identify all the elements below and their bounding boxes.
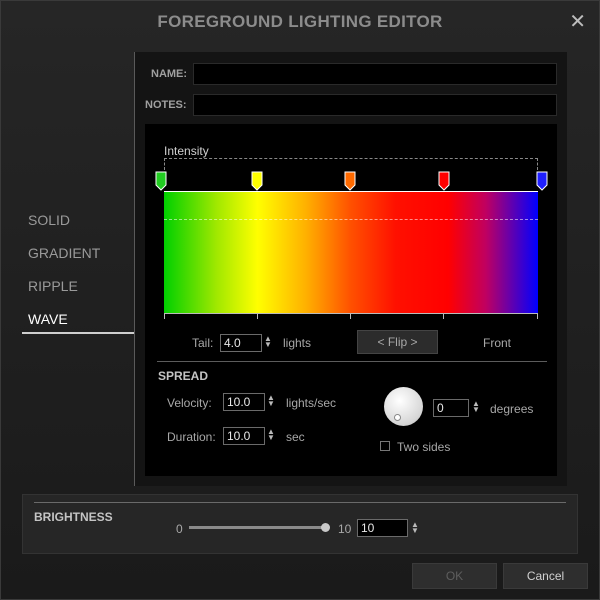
velocity-unit: lights/sec — [286, 396, 337, 410]
color-gradient-bar[interactable] — [164, 191, 538, 313]
effect-type-nav: SOLID GRADIENT RIPPLE WAVE — [22, 208, 134, 334]
direction-dial[interactable] — [384, 387, 423, 426]
nav-item-gradient[interactable]: GRADIENT — [22, 241, 134, 274]
brightness-max-label: 10 — [338, 522, 352, 536]
duration-input[interactable]: 10.0 — [223, 427, 265, 445]
ok-button[interactable]: OK — [412, 563, 497, 589]
axis-tick — [350, 313, 351, 319]
nav-item-ripple[interactable]: RIPPLE — [22, 274, 134, 307]
nav-item-wave[interactable]: WAVE — [22, 307, 134, 334]
color-stop-blue-icon[interactable] — [536, 171, 548, 191]
brightness-title: BRIGHTNESS — [34, 510, 113, 524]
color-stop-red-icon[interactable] — [438, 171, 450, 191]
brightness-min-label: 0 — [176, 522, 183, 536]
brightness-slider-thumb[interactable] — [321, 523, 330, 532]
flip-button[interactable]: < Flip > — [357, 330, 438, 354]
axis-tick — [257, 313, 258, 319]
degrees-spinner-arrows-icon[interactable]: ▲ ▼ — [472, 400, 480, 414]
name-label: NAME: — [151, 68, 188, 80]
velocity-label: Velocity: — [167, 396, 212, 410]
duration-spinner-arrows-icon[interactable]: ▲ ▼ — [267, 428, 275, 442]
brightness-divider — [34, 502, 566, 503]
two-sides-checkbox[interactable] — [380, 441, 390, 451]
name-field[interactable] — [193, 63, 557, 85]
intensity-left-edge — [164, 158, 165, 170]
spread-title: SPREAD — [158, 369, 209, 383]
degrees-unit: degrees — [490, 402, 534, 416]
velocity-input[interactable]: 10.0 — [223, 393, 265, 411]
front-label: Front — [483, 336, 512, 350]
intensity-dashed-line — [164, 158, 538, 159]
intensity-label: Intensity — [164, 144, 209, 158]
cancel-button[interactable]: Cancel — [503, 563, 588, 589]
notes-field[interactable] — [193, 94, 557, 116]
window-title: FOREGROUND LIGHTING EDITOR — [157, 12, 443, 31]
degrees-input[interactable]: 0 — [433, 399, 469, 417]
nav-item-solid[interactable]: SOLID — [22, 208, 134, 241]
intensity-level-line[interactable] — [164, 219, 538, 220]
gradient-axis — [164, 313, 538, 314]
axis-tick — [164, 313, 165, 319]
color-stop-yellow-icon[interactable] — [251, 171, 263, 191]
intensity-right-edge — [537, 158, 538, 170]
duration-unit: sec — [286, 430, 305, 444]
section-divider — [157, 361, 547, 362]
tail-unit: lights — [283, 336, 312, 350]
brightness-input[interactable]: 10 — [357, 519, 408, 537]
two-sides-label: Two sides — [397, 440, 451, 454]
axis-tick — [443, 313, 444, 319]
tail-input[interactable]: 4.0 — [220, 334, 262, 352]
dial-indicator-icon — [394, 414, 401, 421]
color-stop-green-icon[interactable] — [155, 171, 167, 191]
close-icon[interactable]: ✕ — [569, 12, 586, 32]
duration-label: Duration: — [167, 430, 216, 444]
tail-label: Tail: — [192, 336, 214, 350]
velocity-spinner-arrows-icon[interactable]: ▲ ▼ — [267, 394, 275, 408]
color-stop-orange-icon[interactable] — [344, 171, 356, 191]
brightness-spinner-arrows-icon[interactable]: ▲ ▼ — [411, 521, 419, 535]
brightness-panel — [22, 494, 578, 554]
notes-label: NOTES: — [145, 99, 187, 111]
axis-tick — [537, 313, 538, 319]
brightness-slider-track[interactable] — [189, 526, 326, 529]
tail-spinner-arrows-icon[interactable]: ▲ ▼ — [264, 335, 272, 349]
